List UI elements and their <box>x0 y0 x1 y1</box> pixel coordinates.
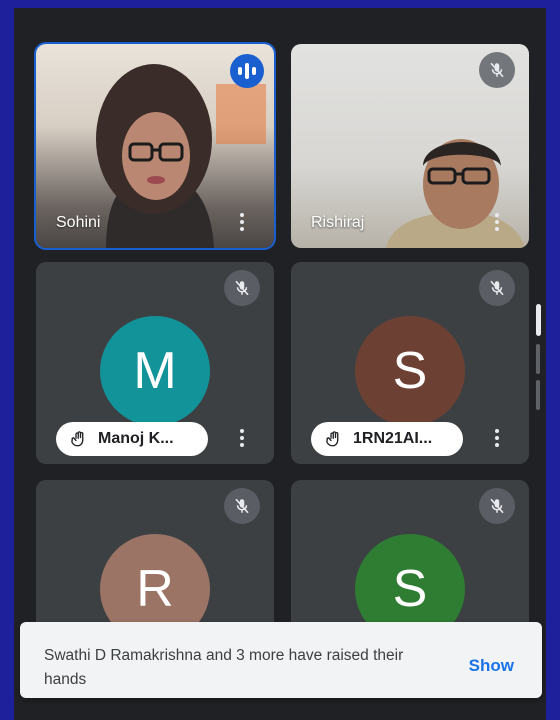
show-button[interactable]: Show <box>469 656 514 676</box>
scrollbar-thumb[interactable] <box>536 304 541 336</box>
raised-hand-icon <box>71 431 84 447</box>
more-options-icon[interactable] <box>487 426 507 450</box>
participant-name: Manoj K... <box>98 430 174 447</box>
raised-hand-name-pill: Manoj K... <box>56 422 208 456</box>
avatar: M <box>100 316 210 426</box>
participant-tile-manoj[interactable]: M Manoj K... <box>36 262 274 464</box>
participant-name: Sohini <box>56 214 101 231</box>
notification-message: Swathi D Ramakrishna and 3 more have rai… <box>44 647 404 688</box>
mic-off-icon <box>479 270 515 306</box>
participant-tile-1rn21ai[interactable]: S 1RN21AI... <box>291 262 529 464</box>
mic-off-icon <box>479 52 515 88</box>
meeting-screen: Sohini Rishiraj M Manoj K... S 1RN21AI..… <box>14 8 546 720</box>
mic-off-icon <box>224 270 260 306</box>
speaking-indicator-icon <box>230 54 264 88</box>
raised-hand-name-pill: 1RN21AI... <box>311 422 463 456</box>
participant-tile-sohini[interactable]: Sohini <box>34 42 276 250</box>
more-options-icon[interactable] <box>487 210 507 234</box>
participant-name: 1RN21AI... <box>353 430 433 447</box>
participant-tile-rishiraj[interactable]: Rishiraj <box>291 44 529 248</box>
more-options-icon[interactable] <box>232 210 252 234</box>
raised-hand-icon <box>326 431 339 447</box>
raised-hands-notification: Swathi D Ramakrishna and 3 more have rai… <box>20 622 542 698</box>
more-options-icon[interactable] <box>232 426 252 450</box>
scrollbar[interactable] <box>536 304 542 424</box>
mic-off-icon <box>479 488 515 524</box>
participant-name: Rishiraj <box>311 214 365 231</box>
avatar: S <box>355 316 465 426</box>
mic-off-icon <box>224 488 260 524</box>
